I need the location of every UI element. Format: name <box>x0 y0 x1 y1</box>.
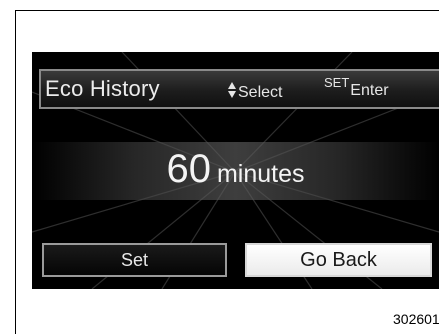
set-key-label: SET <box>324 75 350 90</box>
time-value: 60 <box>166 147 211 191</box>
display-screen: Eco History Select SETEnter 60 minutes Se… <box>32 52 439 289</box>
figure-code: 302601 <box>393 311 439 327</box>
time-value-display[interactable]: 60 minutes <box>32 147 439 192</box>
select-hint-label: Select <box>238 84 283 101</box>
manual-page: Eco History Select SETEnter 60 minutes Se… <box>0 0 439 334</box>
go-back-button[interactable]: Go Back <box>245 243 432 277</box>
enter-hint-label: Enter <box>350 82 389 99</box>
screen-title: Eco History <box>45 76 160 101</box>
time-unit: minutes <box>216 160 305 188</box>
enter-hint: SETEnter <box>324 74 389 99</box>
set-button[interactable]: Set <box>42 243 227 277</box>
up-down-arrows-icon <box>228 82 237 98</box>
select-hint: Select <box>228 82 282 102</box>
title-bar: Eco History Select SETEnter <box>39 69 439 109</box>
